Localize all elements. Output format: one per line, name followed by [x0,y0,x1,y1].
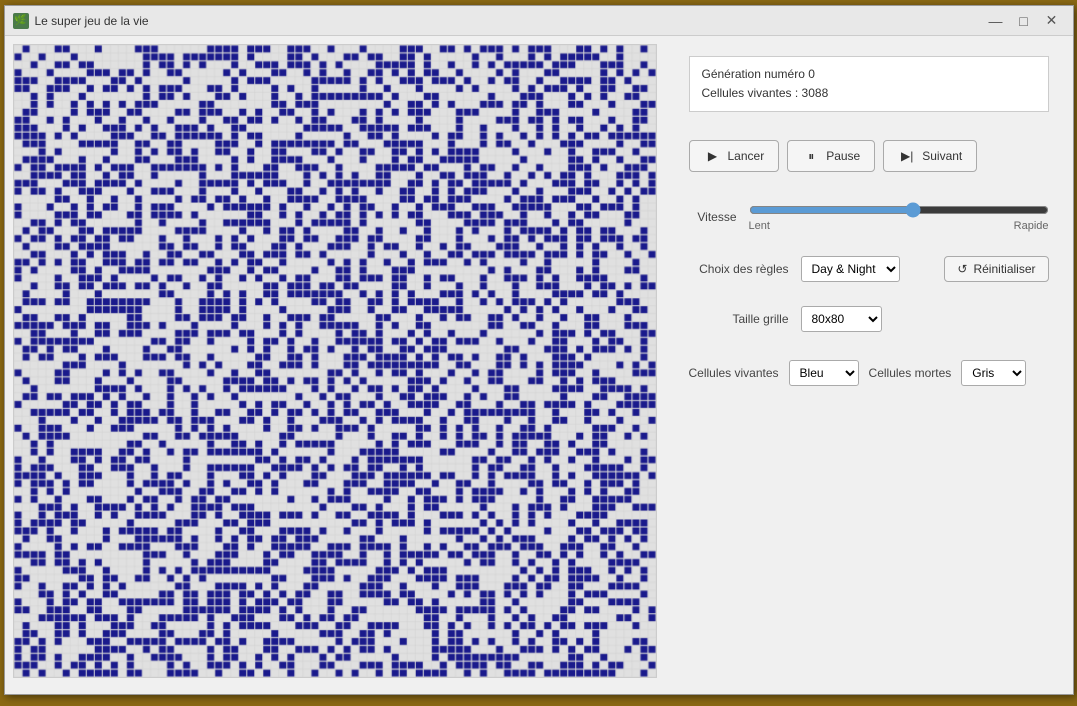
slider-container: Lent Rapide [749,202,1049,232]
maximize-button[interactable]: □ [1011,11,1037,31]
minimize-button[interactable]: — [983,11,1009,31]
content-area: Génération numéro 0 Cellules vivantes : … [5,36,1073,694]
pause-label: Pause [826,149,860,163]
colors-row: Cellules vivantes Bleu Rouge Vert Jaune … [689,360,1049,386]
title-bar: 🌿 Le super jeu de la vie — □ ✕ [5,6,1073,36]
window-icon: 🌿 [13,13,29,29]
vivantes-color-group: Bleu Rouge Vert Jaune Noir [789,360,859,386]
info-box: Génération numéro 0 Cellules vivantes : … [689,56,1049,112]
slider-row: Vitesse Lent Rapide [689,202,1049,232]
cellules-vivantes-label: Cellules vivantes [689,366,779,380]
next-icon: ▶| [898,147,916,165]
lent-label: Lent [749,220,770,232]
mortes-color-group: Gris Blanc Noir Beige [961,360,1026,386]
reinit-button[interactable]: ↺ Réinitialiser [944,256,1048,282]
suivant-label: Suivant [922,149,962,163]
generation-label: Génération numéro 0 [702,65,1036,84]
pause-button[interactable]: ⏸ Pause [787,140,875,172]
grid-size-label: Taille grille [689,312,789,326]
window-title: Le super jeu de la vie [35,14,983,28]
main-window: 🌿 Le super jeu de la vie — □ ✕ Génératio… [4,5,1074,695]
rules-select[interactable]: Day & Night Conway HighLife Seeds Morley [801,256,900,282]
reinit-label: Réinitialiser [973,262,1035,276]
cells-label: Cellules vivantes : 3088 [702,84,1036,103]
window-controls: — □ ✕ [983,11,1065,31]
mortes-color-select[interactable]: Gris Blanc Noir Beige [961,360,1026,386]
vitesse-slider[interactable] [749,202,1049,218]
vitesse-section: Vitesse Lent Rapide [689,202,1049,232]
play-icon: ▶ [704,147,722,165]
vitesse-label: Vitesse [689,210,737,224]
pause-icon: ⏸ [802,147,820,165]
grid-size-select[interactable]: 40x40 60x60 80x80 100x100 120x120 [801,306,882,332]
controls-panel: Génération numéro 0 Cellules vivantes : … [665,36,1073,694]
rules-label: Choix des règles [689,262,789,276]
reinit-icon: ↺ [957,262,967,276]
rules-row: Choix des règles Day & Night Conway High… [689,256,1049,282]
cellules-mortes-label: Cellules mortes [869,366,952,380]
grid-size-row: Taille grille 40x40 60x60 80x80 100x100 … [689,306,1049,332]
lancer-label: Lancer [728,149,765,163]
close-button[interactable]: ✕ [1039,11,1065,31]
slider-limits: Lent Rapide [749,220,1049,232]
game-grid [13,44,657,678]
lancer-button[interactable]: ▶ Lancer [689,140,780,172]
vivantes-color-select[interactable]: Bleu Rouge Vert Jaune Noir [789,360,859,386]
suivant-button[interactable]: ▶| Suivant [883,140,977,172]
grid-panel [5,36,665,694]
control-buttons: ▶ Lancer ⏸ Pause ▶| Suivant [689,140,1049,172]
rapide-label: Rapide [1014,220,1049,232]
